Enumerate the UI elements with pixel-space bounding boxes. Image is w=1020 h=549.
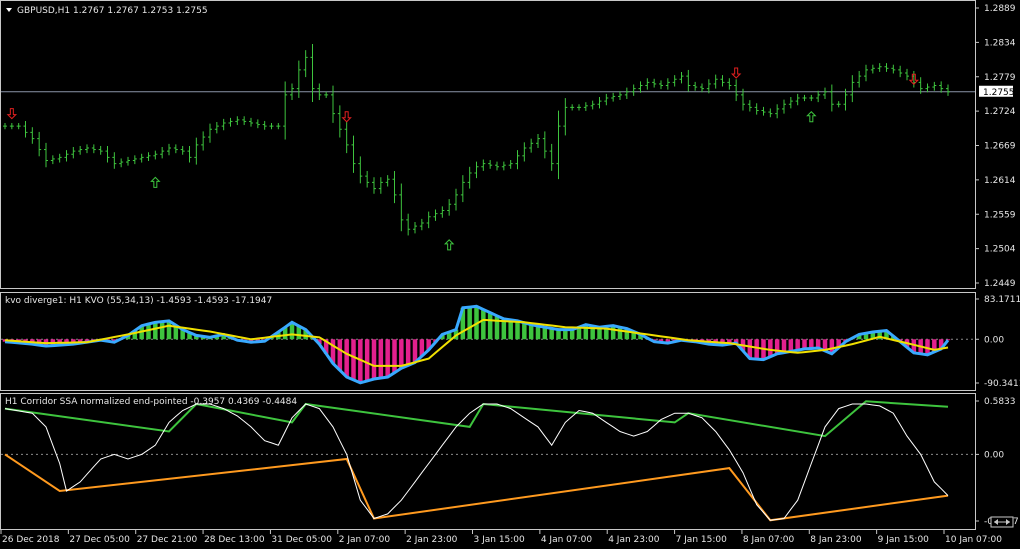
time-tick-label: 26 Dec 2018 xyxy=(2,535,60,545)
up-arrow-icon xyxy=(806,111,817,123)
main-price-pane[interactable]: GBPUSD,H1 1.2767 1.2767 1.2753 1.2755 1.… xyxy=(0,0,1016,290)
price-tick-label: 1.2669 xyxy=(984,142,1016,152)
down-arrow-icon xyxy=(341,111,352,123)
triangle-down-icon[interactable] xyxy=(6,8,12,12)
main-price-axis: 1.2889 1.2834 1.2779 1.2724 1.2669 1.2614 1.25… xyxy=(975,4,1016,289)
ssa-mid-line xyxy=(4,403,949,521)
ssa-pane-title: H1 Corridor SSA normalized end-pointed -… xyxy=(5,397,297,407)
kvo-indicator-pane[interactable]: kvo diverge1: H1 KVO (55,34,13) -1.4593 … xyxy=(0,292,1020,391)
kvo-tick-label: -90.3411 xyxy=(984,379,1020,389)
kvo-pane-title: kvo diverge1: H1 KVO (55,34,13) -1.4593 … xyxy=(5,296,272,306)
time-tick-label: 10 Jan 07:00 xyxy=(945,535,1002,545)
kvo-tick-label: 83.1711 xyxy=(984,295,1020,305)
time-tick-label: 31 Dec 05:00 xyxy=(271,535,332,545)
ssa-tick-label: 0.00 xyxy=(984,450,1004,460)
ssa-tick-label: 0.5833 xyxy=(984,397,1016,407)
time-tick-label: 4 Jan 23:00 xyxy=(608,535,660,545)
trading-chart[interactable]: GBPUSD,H1 1.2767 1.2767 1.2753 1.2755 1.… xyxy=(0,0,1020,549)
ssa-lines xyxy=(4,400,949,522)
price-tick-label: 1.2559 xyxy=(984,210,1016,220)
time-tick-label: 8 Jan 23:00 xyxy=(810,535,862,545)
price-tick-label: 1.2504 xyxy=(984,245,1016,255)
time-tick-label: 27 Dec 21:00 xyxy=(137,535,198,545)
up-arrow-icon xyxy=(443,239,455,251)
ssa-indicator-pane[interactable]: H1 Corridor SSA normalized end-pointed -… xyxy=(0,393,1019,530)
price-tick-label: 1.2449 xyxy=(984,279,1016,289)
main-pane-title: GBPUSD,H1 1.2767 1.2767 1.2753 1.2755 xyxy=(17,6,208,16)
ohlc-bars xyxy=(3,43,950,236)
time-tick-label: 7 Jan 15:00 xyxy=(676,535,728,545)
time-tick-label: 2 Jan 07:00 xyxy=(339,535,391,545)
price-tick-label: 1.2834 xyxy=(984,38,1016,48)
time-tick-label: 9 Jan 15:00 xyxy=(878,535,930,545)
down-arrow-icon xyxy=(730,67,742,79)
time-tick-label: 2 Jan 23:00 xyxy=(406,535,458,545)
current-price-label: 1.2755 xyxy=(979,85,1015,98)
ssa-lower-line xyxy=(4,453,949,522)
time-tick-label: 27 Dec 05:00 xyxy=(69,535,130,545)
ssa-pane-frame xyxy=(0,393,976,530)
price-tick-label: 1.2724 xyxy=(984,107,1016,117)
main-pane-frame xyxy=(0,0,976,289)
ssa-axis: 0.58330.00-0.7277 xyxy=(975,397,1019,527)
down-arrow-icon xyxy=(6,108,18,120)
kvo-tick-label: 0.00 xyxy=(984,335,1004,345)
up-arrow-icon xyxy=(150,176,161,188)
time-axis: 26 Dec 2018 27 Dec 05:00 27 Dec 21:00 28 De… xyxy=(0,530,1002,545)
time-tick-label: 8 Jan 07:00 xyxy=(743,535,795,545)
time-tick-label: 3 Jan 15:00 xyxy=(474,535,526,545)
kvo-pane-frame xyxy=(0,292,976,391)
price-tick-label: 1.2779 xyxy=(984,73,1016,83)
price-tick-label: 1.2614 xyxy=(984,176,1016,186)
kvo-histogram xyxy=(2,306,951,383)
kvo-axis: 83.1711 0.00 -90.3411 xyxy=(975,295,1020,389)
time-tick-label: 4 Jan 07:00 xyxy=(541,535,593,545)
svg-text:1.2755: 1.2755 xyxy=(983,88,1015,98)
signal-arrows xyxy=(6,67,920,251)
price-tick-label: 1.2889 xyxy=(984,4,1016,14)
time-tick-label: 28 Dec 13:00 xyxy=(204,535,265,545)
resize-corner-icon[interactable] xyxy=(990,516,1014,528)
